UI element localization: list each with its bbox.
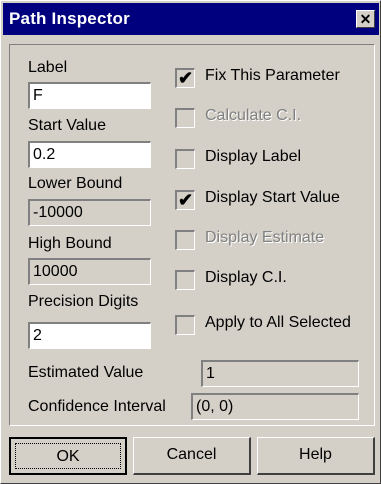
checkmark-icon: ✔ [177, 190, 194, 210]
start-value-caption: Start Value [28, 117, 106, 134]
label-field[interactable]: F [28, 82, 151, 109]
display-start-value-label: Display Start Value [205, 189, 340, 206]
apply-to-all-selected-label: Apply to All Selected [205, 314, 351, 331]
precision-digits-caption: Precision Digits [28, 293, 139, 310]
calculate-ci-label: Calculate C.I. [205, 107, 302, 124]
display-ci-label: Display C.I. [205, 269, 287, 286]
ok-focus-rect: OK [15, 443, 121, 469]
confidence-interval-caption: Confidence Interval [28, 398, 166, 415]
checkmark-icon: ✔ [177, 68, 194, 88]
start-value-field[interactable]: 0.2 [28, 141, 151, 168]
display-label-label: Display Label [205, 148, 302, 165]
display-ci-checkbox[interactable] [175, 270, 195, 290]
estimated-value-field: 1 [201, 360, 359, 387]
high-bound-caption: High Bound [28, 235, 112, 252]
lower-bound-caption: Lower Bound [28, 175, 123, 192]
cancel-button[interactable]: Cancel [133, 437, 251, 475]
help-button[interactable]: Help [257, 437, 375, 475]
ok-button[interactable]: OK [9, 437, 127, 475]
display-estimate-checkbox[interactable] [175, 230, 195, 250]
fix-this-parameter-checkbox[interactable]: ✔ [175, 68, 195, 88]
display-estimate-label: Display Estimate [205, 229, 325, 246]
path-inspector-dialog: Path Inspector ✕ Label F Start Value 0.2… [0, 0, 381, 484]
precision-digits-field[interactable]: 2 [28, 322, 151, 349]
display-label-checkbox[interactable] [175, 149, 195, 169]
apply-to-all-selected-checkbox[interactable] [175, 315, 195, 335]
fix-this-parameter-label: Fix This Parameter [205, 67, 340, 84]
dialog-title: Path Inspector [9, 9, 130, 28]
label-caption: Label [28, 59, 68, 76]
close-icon: ✕ [359, 11, 372, 27]
estimated-value-caption: Estimated Value [28, 364, 144, 381]
confidence-interval-field: (0, 0) [191, 393, 359, 420]
close-button[interactable]: ✕ [356, 10, 375, 28]
high-bound-field[interactable]: 10000 [28, 258, 151, 285]
calculate-ci-checkbox[interactable] [175, 108, 195, 128]
title-bar[interactable]: Path Inspector ✕ [3, 3, 379, 35]
display-start-value-checkbox[interactable]: ✔ [175, 190, 195, 210]
lower-bound-field[interactable]: -10000 [28, 199, 151, 226]
